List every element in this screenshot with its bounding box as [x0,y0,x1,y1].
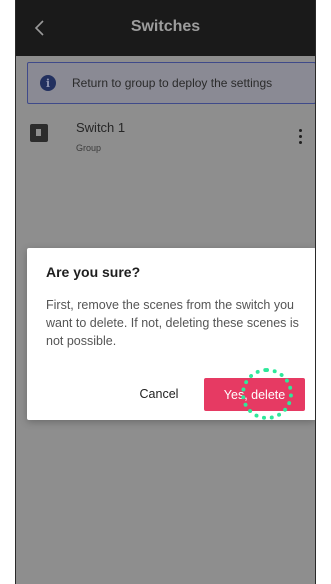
switch-device-icon [30,124,48,142]
info-banner[interactable]: i Return to group to deploy the settings [27,62,315,104]
more-vertical-icon[interactable] [289,122,311,150]
confirm-dialog: Are you sure? First, remove the scenes f… [27,248,315,420]
info-icon: i [40,75,56,91]
list-item-switch-1[interactable]: Switch 1 Group [16,112,315,164]
cancel-button[interactable]: Cancel [129,378,189,410]
switch-subtitle: Group [76,143,102,153]
confirm-delete-button[interactable]: Yes, delete [204,378,305,411]
app-header: Switches [16,0,315,56]
page-title: Switches [130,18,201,35]
dialog-title: Are you sure? [46,264,141,280]
switch-name: Switch 1 [76,120,126,135]
phone-screen: Switches i Return to group to deploy the… [15,0,316,584]
info-banner-text: Return to group to deploy the settings [72,76,273,90]
dialog-message: First, remove the scenes from the switch… [46,298,299,348]
